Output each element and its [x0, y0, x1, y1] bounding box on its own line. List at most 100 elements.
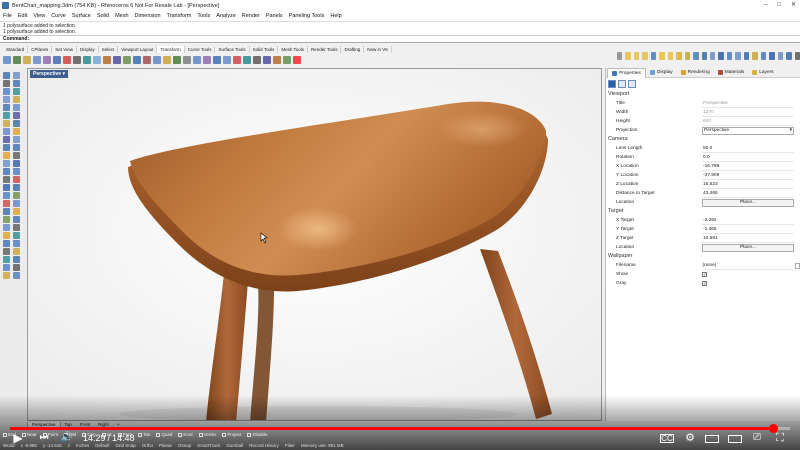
modeling-tool-icon[interactable]: [3, 200, 10, 207]
render-tool-icon[interactable]: [752, 51, 758, 60]
transform-tool-icon[interactable]: [143, 55, 151, 64]
fullscreen-icon[interactable]: ⛶: [773, 431, 787, 445]
transform-tool-icon[interactable]: [223, 55, 231, 64]
next-icon[interactable]: ⏭: [37, 431, 51, 445]
osnap-vertex[interactable]: Vertex: [198, 432, 216, 437]
captions-icon[interactable]: CC: [660, 434, 674, 443]
modeling-tool-icon[interactable]: [13, 264, 20, 271]
close-icon[interactable]: ✕: [791, 0, 796, 11]
modeling-tool-icon[interactable]: [3, 104, 10, 111]
transform-tool-icon[interactable]: [113, 55, 121, 64]
modeling-tool-icon[interactable]: [13, 224, 20, 231]
place-button[interactable]: Place...: [702, 243, 794, 252]
cast-icon[interactable]: ⎚: [750, 431, 764, 445]
render-tool-icon[interactable]: [642, 51, 648, 60]
property-value-field[interactable]: 50.0: [702, 145, 794, 153]
modeling-tool-icon[interactable]: [3, 80, 10, 87]
modeling-tool-icon[interactable]: [13, 208, 20, 215]
menu-item-tools[interactable]: Tools: [197, 13, 210, 19]
transform-tool-icon[interactable]: [233, 55, 241, 64]
properties-tab-display[interactable]: Display: [646, 68, 677, 77]
transform-tool-icon[interactable]: [203, 55, 211, 64]
modeling-tool-icon[interactable]: [3, 208, 10, 215]
osnap-project[interactable]: Project: [222, 432, 241, 437]
toolbar-tab-viewport-layout[interactable]: Viewport Layout: [118, 46, 158, 53]
menu-item-panels[interactable]: Panels: [266, 13, 283, 19]
property-checkbox[interactable]: ✓: [702, 272, 707, 277]
menu-item-mesh[interactable]: Mesh: [115, 13, 128, 19]
menu-item-solid[interactable]: Solid: [97, 13, 109, 19]
property-value-field[interactable]: 15.623: [702, 181, 794, 189]
osnap-checkbox[interactable]: [247, 432, 252, 437]
status-item[interactable]: Ortho: [142, 443, 153, 448]
property-value-field[interactable]: 0.0: [702, 154, 794, 162]
osnap-checkbox[interactable]: [222, 432, 227, 437]
modeling-tool-icon[interactable]: [13, 136, 20, 143]
render-tool-icon[interactable]: [718, 51, 724, 60]
status-item[interactable]: Osnap: [178, 443, 191, 448]
modeling-tool-icon[interactable]: [13, 80, 20, 87]
render-tool-icon[interactable]: [701, 51, 707, 60]
modeling-tool-icon[interactable]: [13, 272, 20, 279]
render-tool-icon[interactable]: [777, 51, 784, 60]
transform-tool-icon[interactable]: [93, 55, 101, 64]
modeling-tool-icon[interactable]: [3, 192, 10, 199]
modeling-tool-icon[interactable]: [3, 168, 10, 175]
transform-tool-icon[interactable]: [293, 55, 301, 64]
modeling-tool-icon[interactable]: [3, 96, 10, 103]
transform-tool-icon[interactable]: [213, 55, 221, 64]
render-tool-icon[interactable]: [743, 51, 750, 60]
modeling-tool-icon[interactable]: [13, 96, 20, 103]
status-item[interactable]: Gumball: [226, 443, 243, 448]
command-prompt[interactable]: Command:: [0, 35, 800, 43]
modeling-tool-icon[interactable]: [3, 176, 10, 183]
volume-icon[interactable]: 🔊: [60, 431, 74, 445]
modeling-tool-icon[interactable]: [3, 88, 10, 95]
status-item[interactable]: Record History: [249, 443, 279, 448]
menu-item-edit[interactable]: Edit: [18, 13, 27, 19]
modeling-tool-icon[interactable]: [3, 128, 10, 135]
theater-mode-icon[interactable]: [728, 435, 742, 443]
transform-tool-icon[interactable]: [133, 55, 141, 64]
modeling-tool-icon[interactable]: [13, 160, 20, 167]
osnap-tan[interactable]: Tan: [138, 432, 150, 437]
render-tool-icon[interactable]: [709, 51, 716, 60]
render-tool-icon[interactable]: [760, 51, 767, 60]
property-value-field[interactable]: (none): [701, 262, 794, 270]
modeling-tool-icon[interactable]: [13, 152, 20, 159]
modeling-tool-icon[interactable]: [3, 224, 10, 231]
modeling-tool-icon[interactable]: [13, 248, 20, 255]
transform-tool-icon[interactable]: [43, 55, 51, 64]
transform-tool-icon[interactable]: [53, 55, 61, 64]
minimize-icon[interactable]: –: [764, 0, 767, 11]
modeling-tool-icon[interactable]: [13, 112, 20, 119]
play-icon[interactable]: ▶: [11, 431, 25, 445]
toolbar-tab-mesh-tools[interactable]: Mesh Tools: [278, 46, 309, 53]
modeling-tool-icon[interactable]: [13, 232, 20, 239]
modeling-tool-icon[interactable]: [3, 272, 10, 279]
menu-item-dimension[interactable]: Dimension: [135, 13, 161, 19]
render-tool-icon[interactable]: [684, 51, 691, 60]
browse-file-button[interactable]: [795, 262, 800, 269]
modeling-tool-icon[interactable]: [13, 240, 20, 247]
toolbar-tab-solid-tools[interactable]: Solid Tools: [250, 46, 279, 53]
toolbar-tab-transform[interactable]: Transform: [157, 46, 185, 53]
property-value-field[interactable]: -1.466: [702, 226, 794, 234]
toolbar-tab-curve-tools[interactable]: Curve Tools: [185, 46, 216, 53]
render-tool-icon[interactable]: [786, 51, 792, 60]
transform-tool-icon[interactable]: [123, 55, 131, 64]
maximize-icon[interactable]: □: [777, 0, 781, 11]
property-checkbox[interactable]: ✓: [702, 281, 707, 286]
modeling-tool-icon[interactable]: [13, 192, 20, 199]
transform-tool-icon[interactable]: [3, 55, 11, 64]
transform-tool-icon[interactable]: [33, 55, 41, 64]
modeling-tool-icon[interactable]: [13, 184, 20, 191]
toolbar-tab-cplanes[interactable]: CPlanes: [28, 46, 53, 53]
property-value-field[interactable]: -37.909: [702, 172, 794, 180]
osnap-checkbox[interactable]: [156, 432, 161, 437]
menu-item-file[interactable]: File: [3, 13, 12, 19]
status-item[interactable]: Memory use: 991 MB: [301, 443, 344, 448]
menu-item-analyze[interactable]: Analyze: [216, 13, 236, 19]
osnap-disable[interactable]: Disable: [247, 432, 267, 437]
property-value-field[interactable]: -16.788: [702, 163, 794, 171]
